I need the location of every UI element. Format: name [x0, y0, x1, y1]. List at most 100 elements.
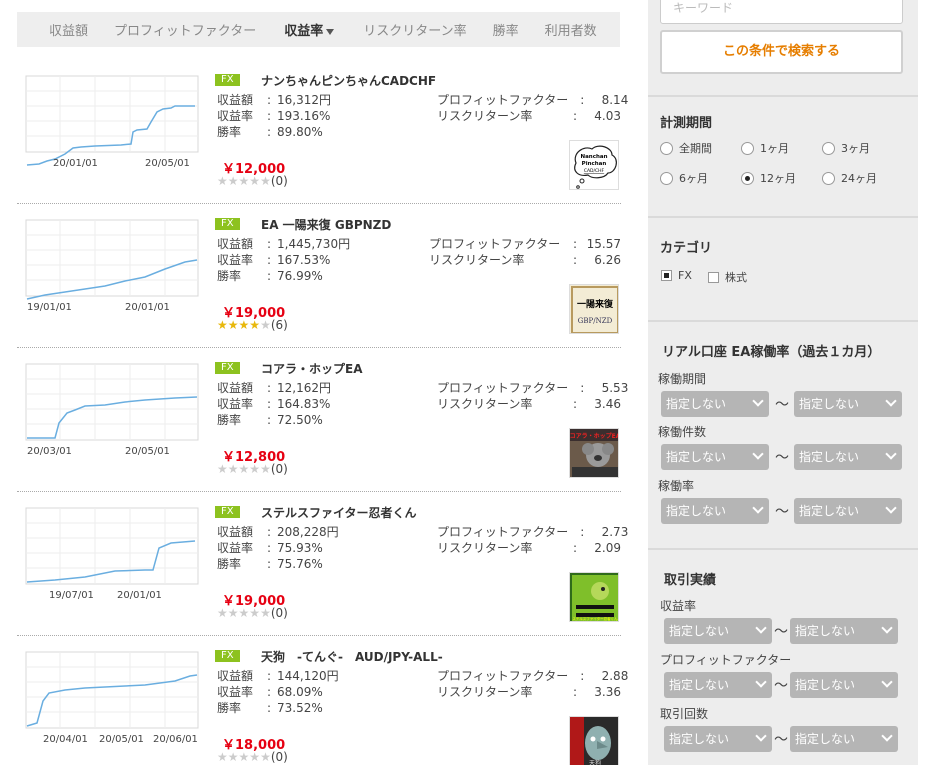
- stat-colon: :: [266, 269, 272, 283]
- stat-label: リスクリターン率: [437, 397, 533, 411]
- stat-label: プロフィットファクター: [437, 669, 569, 683]
- period-radio-1m[interactable]: 1ヶ月: [741, 140, 789, 156]
- ea-thumbnail[interactable]: 天狗: [569, 716, 619, 765]
- select-period-max[interactable]: 指定しない: [794, 391, 902, 417]
- range-tilde: ～: [775, 397, 789, 413]
- period-radio-all[interactable]: 全期間: [660, 140, 712, 156]
- category-label: 株式: [725, 271, 747, 284]
- ea-name-link[interactable]: コアラ・ホップEA: [261, 360, 363, 377]
- stat-label: 勝率: [217, 701, 242, 715]
- select-value: 指定しない: [666, 504, 727, 518]
- stat-label: リスクリターン率: [437, 541, 533, 555]
- svg-text:Pinchan: Pinchan: [582, 161, 607, 167]
- chart-svg: [25, 75, 199, 166]
- ea-list-item[interactable]: 20/03/01 20/05/01 FX コアラ・ホップEA 収益額:12,162円 収益…: [17, 348, 628, 492]
- svg-text:一陽来復: 一陽来復: [577, 298, 614, 310]
- select-value: 指定しない: [666, 450, 727, 464]
- star-icon: ★: [238, 174, 250, 188]
- period-radio-12m[interactable]: 12ヶ月: [741, 170, 796, 186]
- sort-tab-risk-return[interactable]: リスクリターン率: [363, 20, 466, 39]
- stat-colon: :: [266, 125, 272, 139]
- divider: [648, 548, 918, 550]
- sort-tab-profit[interactable]: 収益額: [49, 20, 88, 39]
- stat-label: 勝率: [217, 269, 242, 283]
- sort-tab-users[interactable]: 利用者数: [545, 20, 597, 39]
- chevron-down-icon: [881, 730, 893, 742]
- ea-profit-chart: [25, 219, 199, 314]
- select-rate-min[interactable]: 指定しない: [664, 618, 772, 644]
- star-icon: ★: [260, 174, 271, 188]
- stat-profit-factor: プロフィットファクター:2.88: [437, 668, 628, 684]
- select-period-min[interactable]: 指定しない: [661, 391, 769, 417]
- field-label-period: 稼働期間: [658, 372, 707, 386]
- ea-list-item[interactable]: 20/04/01 20/05/01 20/06/01 FX 天狗 -てんぐ- AUD/J…: [17, 636, 628, 765]
- select-rate-max[interactable]: 指定しない: [790, 618, 898, 644]
- star-icon: ★: [217, 174, 228, 188]
- chart-date-start: 20/03/01: [27, 446, 72, 457]
- radio-icon: [822, 171, 835, 185]
- star-icon: ★: [249, 750, 261, 764]
- ea-thumbnail[interactable]: Nanchan Pinchan CAD/CHF: [569, 140, 619, 190]
- stat-value: 6.26: [594, 253, 621, 267]
- select-value: 指定しない: [795, 624, 856, 638]
- star-icon: ★: [249, 606, 261, 620]
- ea-thumbnail[interactable]: ステルスファイター忍者くん: [569, 572, 619, 622]
- svg-text:コアラ・ホップEA: コアラ・ホップEA: [570, 432, 619, 440]
- star-icon: ★: [227, 750, 239, 764]
- stat-label: 収益率: [217, 397, 254, 411]
- select-pf-min[interactable]: 指定しない: [664, 672, 772, 698]
- field-label-rate: 収益率: [660, 599, 697, 613]
- ea-name-link[interactable]: EA 一陽来復 GBPNZD: [261, 216, 391, 233]
- stat-profit-factor: プロフィットファクター:2.73: [437, 524, 628, 540]
- stat-win-rate: 勝率:73.52%: [217, 700, 339, 716]
- select-ratio-max[interactable]: 指定しない: [794, 498, 902, 524]
- select-trades-max[interactable]: 指定しない: [790, 726, 898, 752]
- chart-date-end: 20/06/01: [153, 734, 198, 745]
- stat-label: 収益額: [217, 237, 254, 251]
- select-ratio-min[interactable]: 指定しない: [661, 498, 769, 524]
- stat-win-rate: 勝率:76.99%: [217, 268, 350, 284]
- search-button[interactable]: この条件で検索する: [660, 30, 903, 74]
- stat-risk-return: リスクリターン率:3.46: [437, 396, 621, 412]
- svg-text:CAD/CHF: CAD/CHF: [584, 168, 605, 174]
- stat-label: 収益額: [217, 381, 254, 395]
- ea-name-link[interactable]: ステルスファイター忍者くん: [261, 504, 417, 521]
- stat-value: 3.36: [594, 685, 621, 699]
- ea-thumbnail[interactable]: 一陽来復 GBP/NZD: [569, 284, 619, 334]
- period-radio-24m[interactable]: 24ヶ月: [822, 170, 877, 186]
- select-count-max[interactable]: 指定しない: [794, 444, 902, 470]
- select-trades-min[interactable]: 指定しない: [664, 726, 772, 752]
- range-tilde: ～: [774, 624, 788, 640]
- ea-list-item[interactable]: 20/01/01 20/05/01 FX ナンちゃんピンちゃんCADCHF 収益額:16…: [17, 60, 628, 204]
- select-count-min[interactable]: 指定しない: [661, 444, 769, 470]
- category-check-stock[interactable]: 株式: [708, 269, 747, 285]
- stat-rate: 収益率:164.83%: [217, 396, 331, 412]
- stat-value: 76.99%: [277, 269, 323, 283]
- sort-tab-rate[interactable]: 収益率: [284, 20, 335, 39]
- stat-label: 勝率: [217, 125, 242, 139]
- period-radio-3m[interactable]: 3ヶ月: [822, 140, 870, 156]
- ea-thumbnail[interactable]: コアラ・ホップEA: [569, 428, 619, 478]
- ea-list-item[interactable]: 19/07/01 20/01/01 FX ステルスファイター忍者くん 収益額:208,2…: [17, 492, 628, 636]
- sort-tab-win-rate[interactable]: 勝率: [493, 20, 519, 39]
- stat-win-rate: 勝率:72.50%: [217, 412, 331, 428]
- ea-list-item[interactable]: 19/01/01 20/01/01 FX EA 一陽来復 GBPNZD 収益額:1,44…: [17, 204, 621, 348]
- stat-colon: :: [266, 541, 272, 555]
- sort-bar: 収益額 プロフィットファクター 収益率 リスクリターン率 勝率 利用者数: [17, 12, 620, 47]
- sort-tab-profit-factor[interactable]: プロフィットファクター: [114, 20, 256, 39]
- ea-name-link[interactable]: ナンちゃんピンちゃんCADCHF: [261, 72, 436, 89]
- stat-label: 収益率: [217, 685, 254, 699]
- stat-profit: 収益額:144,120円: [217, 668, 339, 684]
- period-radio-6m[interactable]: 6ヶ月: [660, 170, 708, 186]
- radio-icon: [741, 141, 754, 155]
- ea-name-link[interactable]: 天狗 -てんぐ- AUD/JPY-ALL-: [261, 648, 443, 665]
- chart-date-start: 20/04/01: [43, 734, 88, 745]
- stat-value: 3.46: [594, 397, 621, 411]
- chevron-down-icon: [881, 622, 893, 634]
- category-check-fx[interactable]: FX: [661, 269, 692, 282]
- select-pf-max[interactable]: 指定しない: [790, 672, 898, 698]
- select-value: 指定しない: [669, 678, 730, 692]
- select-value: 指定しない: [666, 397, 727, 411]
- keyword-input[interactable]: キーワード: [660, 0, 903, 24]
- chevron-down-icon: [885, 502, 897, 514]
